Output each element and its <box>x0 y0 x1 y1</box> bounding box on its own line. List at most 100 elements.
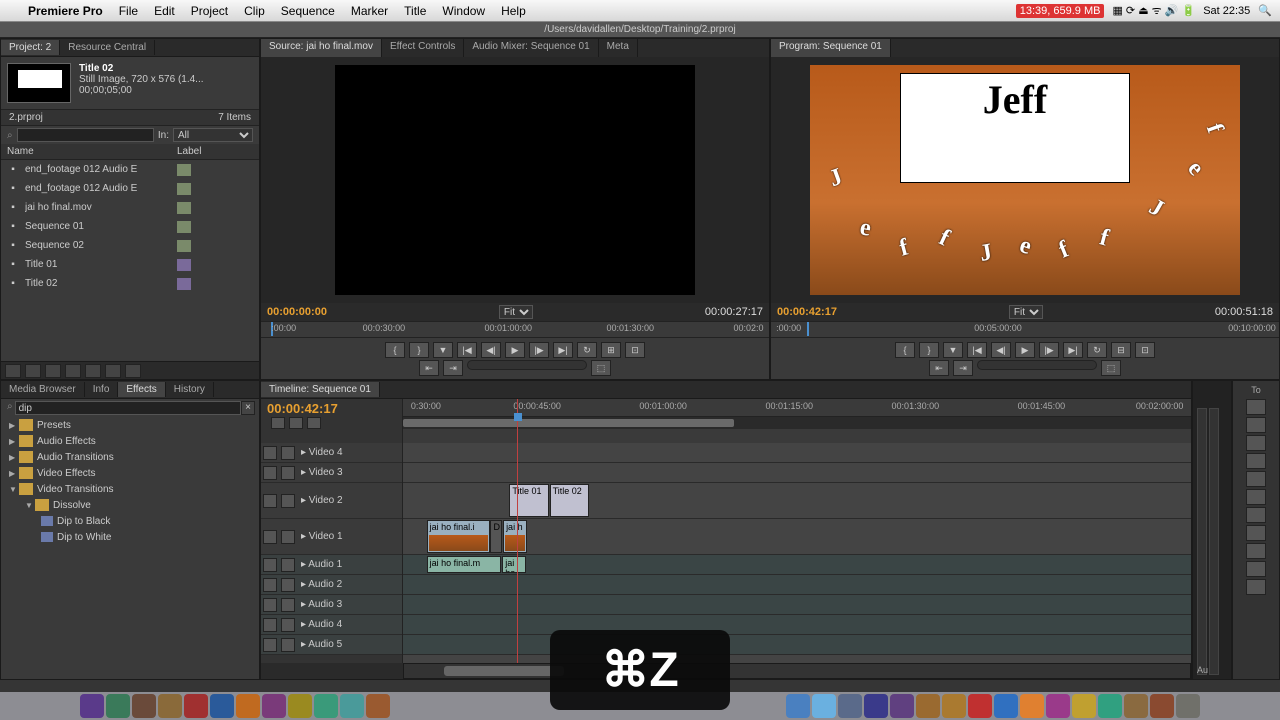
clock[interactable]: Sat 22:35 <box>1203 5 1250 17</box>
bin-item[interactable]: ▪Title 01 <box>1 255 259 274</box>
effects-folder[interactable]: ▼Dissolve <box>1 497 259 513</box>
bin-item[interactable]: ▪end_footage 012 Audio E <box>1 179 259 198</box>
new-item-button[interactable] <box>105 364 121 378</box>
in-filter-select[interactable]: All <box>173 128 253 142</box>
tab-info[interactable]: Info <box>85 382 119 397</box>
razor-tool[interactable] <box>1246 489 1266 505</box>
effects-folder[interactable]: ▼Video Transitions <box>1 481 259 497</box>
rate-tool[interactable] <box>1246 471 1266 487</box>
prog-goto-in-button[interactable]: |◀ <box>967 342 987 358</box>
dock-app-icon[interactable] <box>184 694 208 718</box>
src-export-button[interactable]: ⬚ <box>591 360 611 376</box>
pen-tool[interactable] <box>1246 543 1266 559</box>
dock-app-icon[interactable] <box>158 694 182 718</box>
delete-button[interactable] <box>125 364 141 378</box>
track-lane[interactable]: jai ho final.mjai ho <box>403 555 1191 575</box>
dock-app-icon[interactable] <box>210 694 234 718</box>
list-view-button[interactable] <box>5 364 21 378</box>
tab-history[interactable]: History <box>166 382 214 397</box>
zoom-tool[interactable] <box>1246 579 1266 595</box>
snap-button[interactable] <box>271 417 285 429</box>
effects-search-input[interactable] <box>15 401 241 415</box>
encore-button[interactable] <box>307 417 321 429</box>
dock-app-icon[interactable] <box>1020 694 1044 718</box>
dock-app-icon[interactable] <box>812 694 836 718</box>
clip-transition[interactable]: D <box>490 520 502 553</box>
icon-view-button[interactable] <box>25 364 41 378</box>
toggle-output-button[interactable] <box>263 494 277 508</box>
toggle-lock-button[interactable] <box>281 638 295 652</box>
prog-marker-button[interactable]: ▼ <box>943 342 963 358</box>
track-lane[interactable] <box>403 635 1191 655</box>
dock-app-icon[interactable] <box>1072 694 1096 718</box>
effects-folder[interactable]: ▶Audio Effects <box>1 433 259 449</box>
effects-folder[interactable]: ▶Video Effects <box>1 465 259 481</box>
toggle-lock-button[interactable] <box>281 530 295 544</box>
toggle-output-button[interactable] <box>263 446 277 460</box>
dock-app-icon[interactable] <box>864 694 888 718</box>
toggle-output-button[interactable] <box>263 578 277 592</box>
tab-resource-central[interactable]: Resource Central <box>60 40 155 55</box>
src-overwrite-button[interactable]: ⊡ <box>625 342 645 358</box>
src-next-button[interactable]: ⇥ <box>443 360 463 376</box>
track-header[interactable]: ▸ Audio 1 <box>261 555 402 575</box>
src-step-back-button[interactable]: ◀| <box>481 342 501 358</box>
tab-effects[interactable]: Effects <box>118 382 165 397</box>
source-ruler[interactable]: :00:0000:0:30:0000:01:00:0000:01:30:0000… <box>261 321 769 337</box>
tab-program[interactable]: Program: Sequence 01 <box>771 39 891 57</box>
dock-app-icon[interactable] <box>288 694 312 718</box>
track-lane[interactable] <box>403 463 1191 483</box>
src-jog[interactable] <box>467 360 587 370</box>
tab-timeline[interactable]: Timeline: Sequence 01 <box>261 382 380 397</box>
label-swatch[interactable] <box>177 183 191 195</box>
source-viewer[interactable] <box>261 57 769 303</box>
menubar-icons[interactable]: ▦ ⟳ ⏏ ᯤ 🔊 🔋 <box>1112 3 1195 18</box>
track-header[interactable]: ▸ Audio 2 <box>261 575 402 595</box>
project-search-input[interactable] <box>17 128 154 142</box>
prog-jog[interactable] <box>977 360 1097 370</box>
menu-project[interactable]: Project <box>183 4 236 18</box>
source-tc-in[interactable]: 00:00:00:00 <box>267 306 327 318</box>
dock-app-icon[interactable] <box>106 694 130 718</box>
track-header[interactable]: ▸ Audio 4 <box>261 615 402 635</box>
menu-title[interactable]: Title <box>396 4 434 18</box>
toggle-lock-button[interactable] <box>281 446 295 460</box>
prog-play-button[interactable]: ▶ <box>1015 342 1035 358</box>
src-goto-out-button[interactable]: ▶| <box>553 342 573 358</box>
toggle-lock-button[interactable] <box>281 494 295 508</box>
bin-item[interactable]: ▪end_footage 012 Audio E <box>1 160 259 179</box>
dock-app-icon[interactable] <box>1046 694 1070 718</box>
src-insert-button[interactable]: ⊞ <box>601 342 621 358</box>
dock-app-icon[interactable] <box>1176 694 1200 718</box>
dock-app-icon[interactable] <box>340 694 364 718</box>
dock-app-icon[interactable] <box>786 694 810 718</box>
selection-tool[interactable] <box>1246 399 1266 415</box>
dock-app-icon[interactable] <box>968 694 992 718</box>
toggle-output-button[interactable] <box>263 530 277 544</box>
effect-item[interactable]: Dip to White <box>1 529 259 545</box>
tab-project[interactable]: Project: 2 <box>1 40 60 55</box>
track-lane[interactable] <box>403 575 1191 595</box>
dock-app-icon[interactable] <box>1098 694 1122 718</box>
src-out-button[interactable]: } <box>409 342 429 358</box>
bin-item[interactable]: ▪Sequence 02 <box>1 236 259 255</box>
effects-folder[interactable]: ▶Audio Transitions <box>1 449 259 465</box>
slip-tool[interactable] <box>1246 507 1266 523</box>
prog-next-button[interactable]: ⇥ <box>953 360 973 376</box>
clip-a1b[interactable]: jai ho <box>502 556 526 573</box>
mac-menubar[interactable]: Premiere Pro File Edit Project Clip Sequ… <box>0 0 1280 22</box>
program-ruler[interactable]: :00:0000:05:00:0000:10:00:00 <box>771 321 1279 337</box>
src-step-fwd-button[interactable]: |▶ <box>529 342 549 358</box>
spotlight-icon[interactable]: 🔍 <box>1258 4 1272 17</box>
track-header[interactable]: ▸ Audio 3 <box>261 595 402 615</box>
track-header[interactable]: ▸ Video 3 <box>261 463 402 483</box>
label-swatch[interactable] <box>177 259 191 271</box>
toggle-output-button[interactable] <box>263 558 277 572</box>
program-viewer[interactable]: Jeff J e f f J e f f J e f <box>771 57 1279 303</box>
toggle-lock-button[interactable] <box>281 466 295 480</box>
tab-metadata[interactable]: Meta <box>599 39 638 57</box>
bin-item[interactable]: ▪Title 02 <box>1 274 259 293</box>
slide-tool[interactable] <box>1246 525 1266 541</box>
toggle-output-button[interactable] <box>263 598 277 612</box>
bin-list[interactable]: ▪end_footage 012 Audio E▪end_footage 012… <box>1 160 259 361</box>
